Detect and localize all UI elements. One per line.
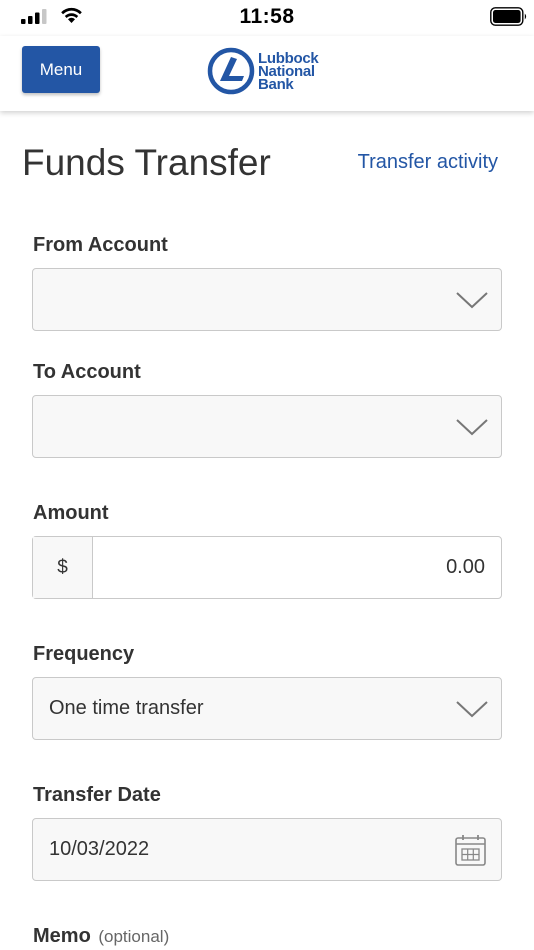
status-bar: 11:58: [0, 0, 534, 36]
calendar-icon[interactable]: [455, 834, 486, 866]
currency-prefix: $: [33, 537, 93, 598]
transfer-date-field[interactable]: 10/03/2022: [32, 818, 502, 881]
transfer-date-label: Transfer Date: [33, 784, 161, 806]
logo-mark-icon: [207, 47, 255, 95]
amount-label: Amount: [33, 502, 109, 524]
memo-label: Memo (optional): [33, 925, 169, 948]
from-account-select[interactable]: [32, 268, 502, 331]
menu-button[interactable]: Menu: [22, 46, 100, 93]
frequency-value: One time transfer: [49, 697, 204, 719]
battery-icon: [490, 7, 527, 26]
frequency-select[interactable]: One time transfer: [32, 677, 502, 740]
chevron-down-icon: [456, 419, 488, 436]
amount-field: $: [32, 536, 502, 599]
status-time: 11:58: [239, 5, 295, 28]
logo-line-3: Bank: [258, 75, 294, 93]
to-account-select[interactable]: [32, 395, 502, 458]
memo-optional-hint: (optional): [98, 927, 170, 946]
to-account-label: To Account: [33, 361, 141, 383]
memo-label-text: Memo: [33, 925, 91, 947]
bank-logo[interactable]: Lubbock National Bank: [207, 46, 319, 96]
transfer-activity-link[interactable]: Transfer activity: [358, 151, 498, 174]
chevron-down-icon: [456, 292, 488, 309]
from-account-label: From Account: [33, 234, 168, 256]
chevron-down-icon: [456, 701, 488, 718]
transfer-date-value: 10/03/2022: [49, 838, 150, 860]
logo-text: Lubbock National Bank: [258, 51, 319, 93]
frequency-label: Frequency: [33, 643, 135, 665]
page-title: Funds Transfer: [22, 142, 271, 183]
app-header: Menu Lubbock National Bank: [0, 36, 534, 111]
amount-input[interactable]: [94, 537, 501, 598]
